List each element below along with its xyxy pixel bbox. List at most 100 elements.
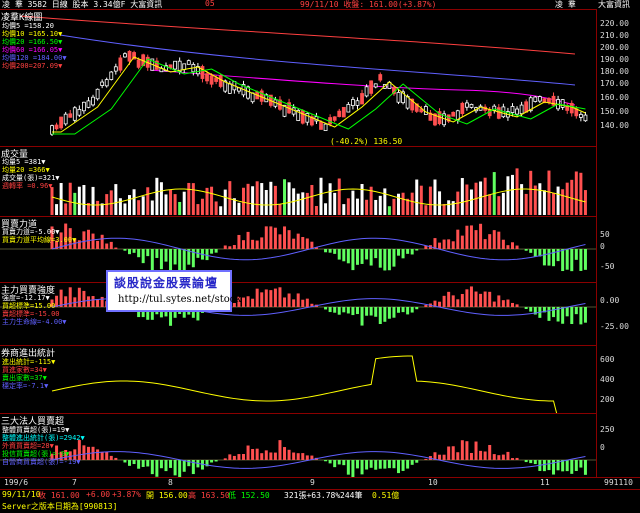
candle-body: [351, 100, 354, 106]
power-bar: [479, 224, 482, 249]
force-bar: [493, 302, 496, 307]
institution-bar: [110, 456, 113, 460]
force-bar: [397, 307, 400, 313]
candle-body: [137, 60, 140, 68]
force-bar: [516, 304, 519, 307]
power-bar: [228, 246, 231, 249]
institution-chart[interactable]: [0, 414, 596, 478]
power-axis: 500-50: [596, 216, 640, 282]
candle-body: [60, 117, 63, 128]
force-bar: [361, 307, 364, 326]
price-axis: 220.00210.00200.00190.00180.00170.00160.…: [596, 9, 640, 146]
power-bar: [283, 226, 286, 249]
ma200-line: [20, 16, 575, 54]
candle-body: [342, 107, 345, 117]
power-panel[interactable]: 買賣力道 買賣力道=-5.00▼買賣力道平均線=3.00▼: [0, 216, 596, 283]
institution-bar: [256, 449, 259, 460]
force-bar: [251, 299, 254, 307]
broker-panel[interactable]: 券商進出統計 進出統計=-115▼買進家數=34▼賣出家數=37▼穩定率=-7.…: [0, 345, 596, 414]
volume-axis: [596, 146, 640, 216]
candle-body: [356, 101, 359, 106]
force-bar: [269, 290, 272, 307]
candle-body: [206, 74, 209, 81]
axis-tick-label: 220.00: [600, 19, 629, 28]
candle-body: [82, 102, 85, 110]
forum-watermark[interactable]: 談股說金股票論壇 http://tul.sytes.net/stock: [106, 270, 232, 312]
institution-bar: [224, 458, 227, 460]
force-bar: [347, 307, 350, 313]
status-field: +3.87%: [112, 490, 141, 499]
volume-bar: [55, 204, 58, 215]
power-chart[interactable]: [0, 217, 596, 283]
date-axis-label: 199/6: [4, 478, 28, 487]
volume-bar: [183, 192, 186, 215]
force-bar: [101, 297, 104, 307]
candle-body: [55, 125, 58, 129]
legend-item: 買賣力道平均線=3.00▼: [2, 236, 76, 244]
main-force-chart[interactable]: [0, 283, 596, 346]
institution-bar: [274, 453, 277, 460]
candle-body: [96, 89, 99, 99]
volume-panel[interactable]: 成交量 均量5 =381▼均量20 =366▼成交量(張)=321▼週轉率 =0…: [0, 146, 596, 217]
force-bar: [392, 307, 395, 318]
axis-tick-label: 140.00: [600, 121, 629, 130]
institution-bar: [333, 460, 336, 467]
institution-bar: [105, 452, 108, 460]
axis-tick-label: 200: [600, 395, 614, 404]
force-bar: [324, 307, 327, 309]
institution-bar: [133, 460, 136, 464]
institution-bar: [128, 460, 131, 466]
volume-bar: [392, 199, 395, 215]
date-axis-label: 8: [168, 478, 173, 487]
volume-bar: [151, 200, 154, 215]
institution-bar: [151, 460, 154, 474]
volume-bar: [420, 186, 423, 215]
power-bar: [174, 249, 177, 264]
power-bar: [347, 249, 350, 263]
volume-bar: [196, 204, 199, 215]
volume-bar: [529, 171, 532, 215]
volume-bar: [247, 184, 250, 215]
candle-body: [534, 97, 537, 101]
institution-bar: [411, 460, 414, 465]
institution-bar: [160, 460, 163, 468]
institution-bar: [547, 460, 550, 470]
volume-chart[interactable]: [0, 147, 596, 217]
power-bar: [493, 230, 496, 249]
power-bar: [415, 249, 418, 250]
volume-bar: [506, 176, 509, 215]
institution-bar: [247, 446, 250, 460]
broker-legend: 進出統計=-115▼買進家數=34▼賣出家數=37▼穩定率=-7.1▼: [2, 358, 55, 390]
institution-bar: [424, 459, 427, 460]
institution-bar: [534, 460, 537, 464]
axis-tick-label: -50: [600, 262, 614, 271]
broker-chart[interactable]: [0, 346, 596, 414]
power-bar: [406, 249, 409, 254]
candle-body: [119, 58, 122, 70]
institution-bar: [438, 455, 441, 460]
power-bar: [215, 249, 218, 253]
legend-item: 均量5 =381▼: [2, 158, 60, 166]
volume-bar: [347, 198, 350, 215]
main-force-panel[interactable]: 主力買賣強度 強度=-12.17▼買超標準=15.00賣超標準=-15.00主力…: [0, 282, 596, 346]
power-bar: [306, 238, 309, 249]
power-bar: [87, 230, 90, 249]
date-axis-label: 10: [428, 478, 438, 487]
force-bar: [242, 298, 245, 307]
force-bar: [575, 307, 578, 314]
institution-bar: [283, 447, 286, 460]
volume-bar: [119, 198, 122, 215]
institution-bar: [502, 455, 505, 460]
watermark-url[interactable]: http://tul.sytes.net/stock: [118, 294, 241, 305]
price-panel[interactable]: 凌羣K線圖 均價5 =158.20均價10 =165.10▼均價20 =166.…: [0, 9, 596, 147]
candle-body: [92, 97, 95, 105]
price-chart[interactable]: [0, 10, 596, 147]
institution-panel[interactable]: 三大法人買賣超 整體買賣超(張)=19▼整體進出統計(張)=2942▼外資買賣超…: [0, 413, 596, 478]
institution-bar: [260, 453, 263, 460]
force-bar: [488, 292, 491, 307]
candle-body: [123, 54, 126, 57]
legend-item: 買進家數=34▼: [2, 366, 55, 374]
candle-body: [51, 126, 54, 135]
force-bar: [566, 307, 569, 316]
power-bar: [242, 240, 245, 249]
